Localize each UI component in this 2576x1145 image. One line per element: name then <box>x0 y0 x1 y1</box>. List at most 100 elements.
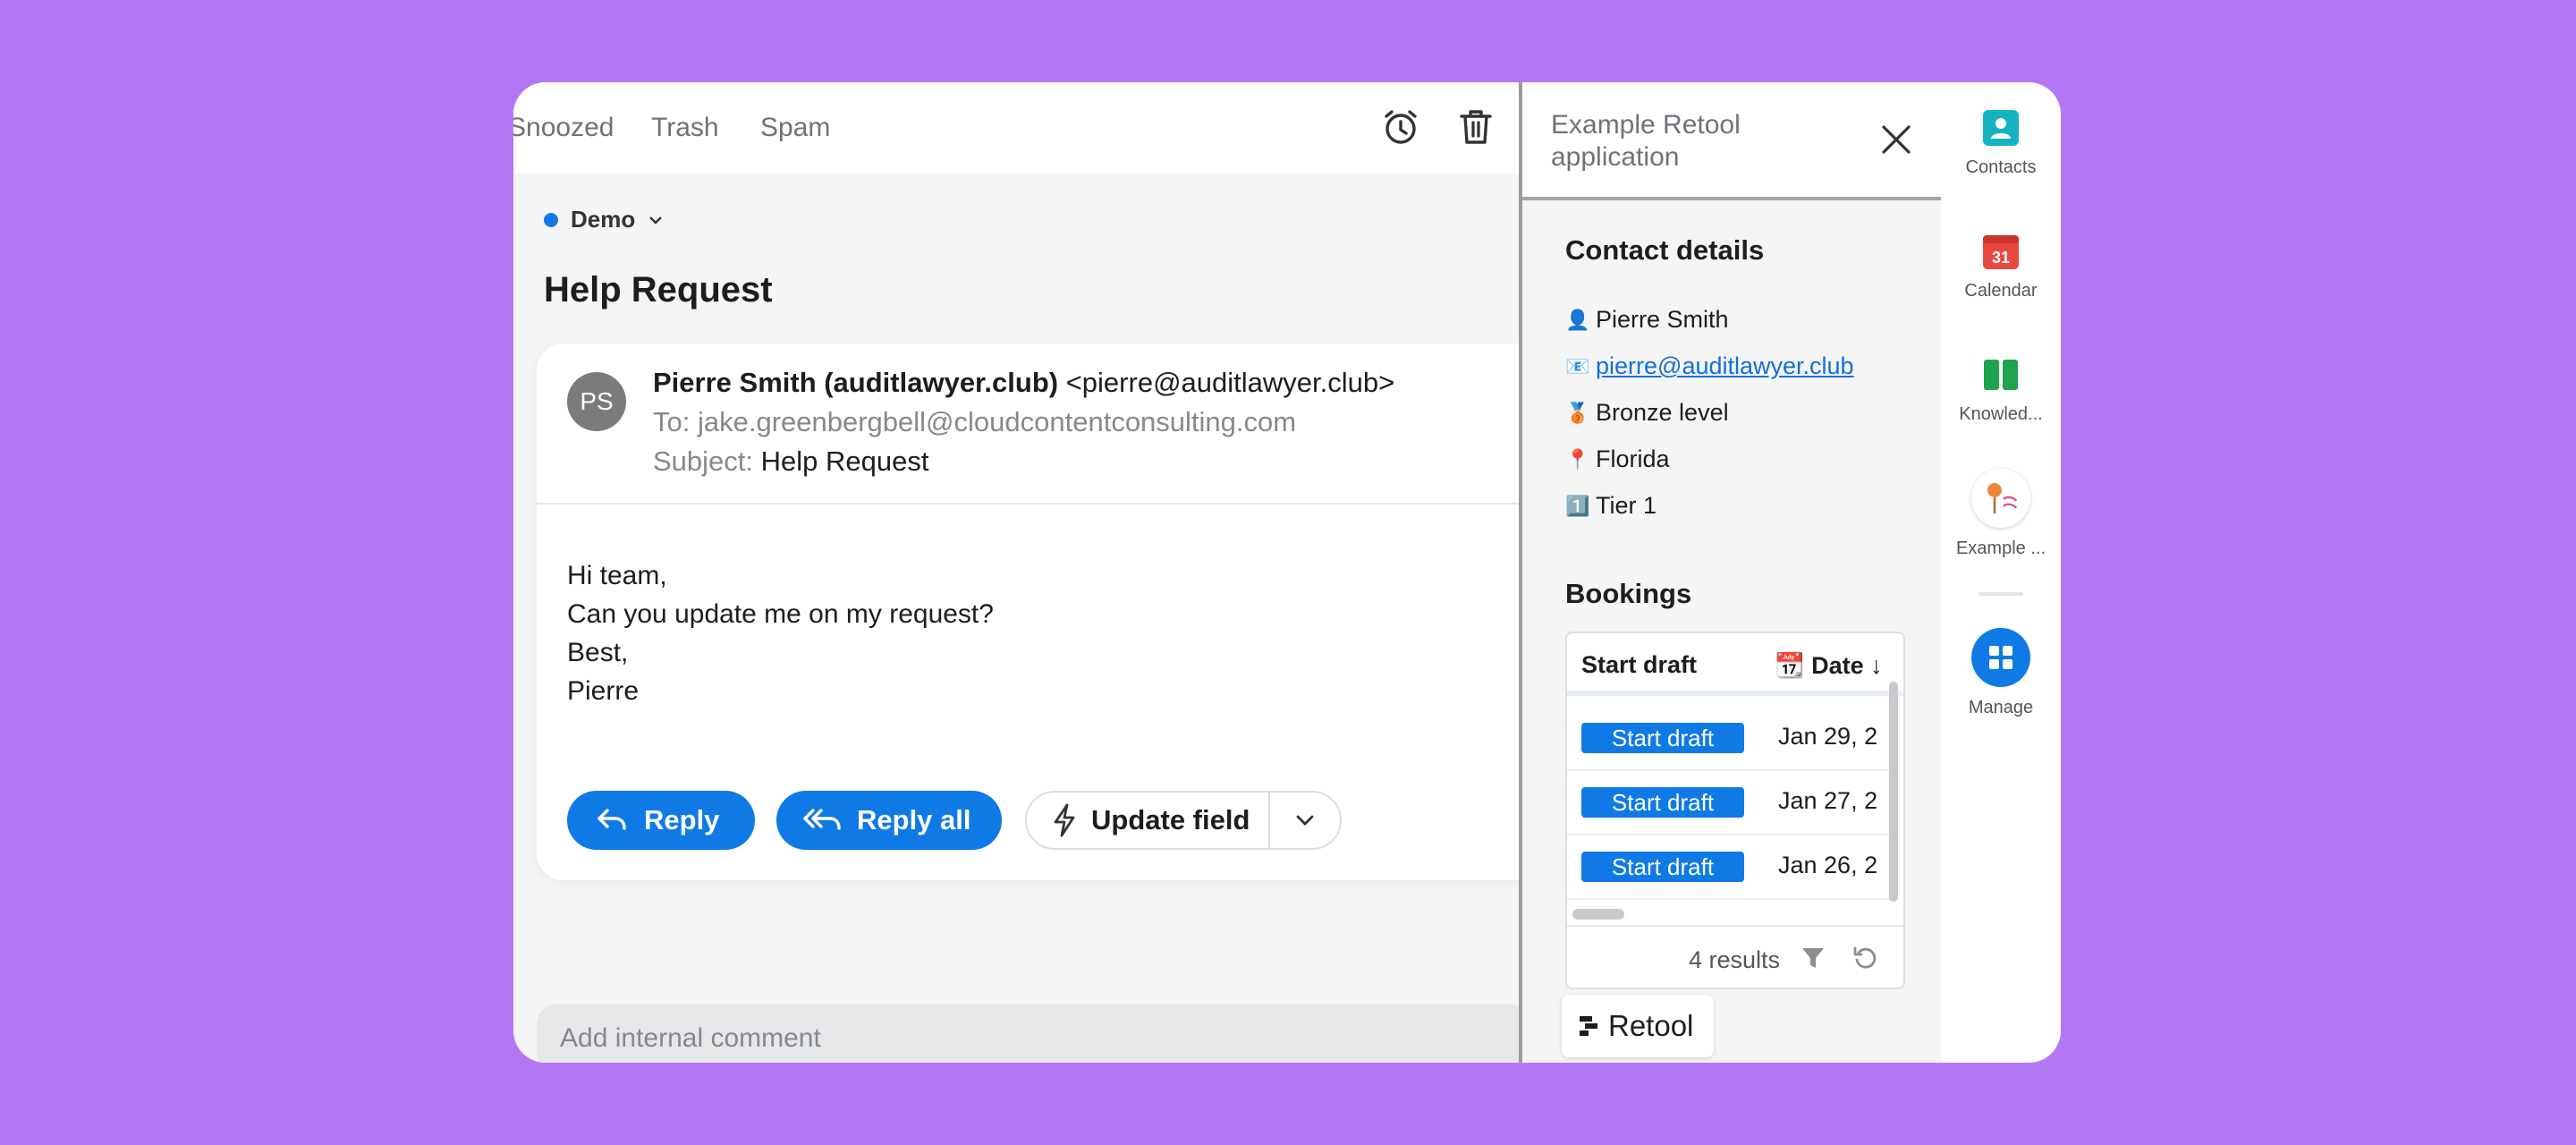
sender-name: Pierre Smith (auditlawyer.club) <box>653 367 1059 398</box>
app-calendar[interactable]: 31 Calendar <box>1941 233 2061 301</box>
app-window: Snoozed Trash Spam Demo Help Request PS <box>513 82 2061 1063</box>
close-icon[interactable] <box>1880 123 1912 156</box>
contact-name: Pierre Smith <box>1596 306 1729 333</box>
header-divider <box>537 503 1519 505</box>
app-label: Manage <box>1968 698 2034 717</box>
envelope-icon: 📧 <box>1565 354 1590 377</box>
internal-comment-input[interactable]: Add internal comment <box>537 1004 1519 1063</box>
label-selector[interactable]: Demo <box>544 206 664 233</box>
trash-icon[interactable] <box>1454 106 1497 148</box>
apps-divider <box>1979 592 2023 596</box>
column-header-date[interactable]: 📆 Date ↓ <box>1775 651 1883 680</box>
table-row: Start draft Jan 27, 2 <box>1567 769 1894 835</box>
retool-logo-icon <box>1580 1016 1597 1036</box>
recipient-address: jake.greenbergbell@cloudcontentconsultin… <box>697 406 1297 437</box>
app-contacts[interactable]: Contacts <box>1941 109 2061 178</box>
app-example[interactable]: Example ... <box>1941 469 2061 559</box>
app-label: Knowled... <box>1959 404 2043 424</box>
retool-app-panel: Example Retool application Contact detai… <box>1519 82 1943 1063</box>
reply-all-button[interactable]: Reply all <box>776 791 1002 850</box>
label-color-dot <box>544 212 558 227</box>
comment-placeholder: Add internal comment <box>560 1023 821 1053</box>
reply-button[interactable]: Reply <box>567 791 755 850</box>
calendar-day: 31 <box>1992 249 2010 267</box>
date-cell: Jan 27, 2 <box>1778 787 1878 814</box>
reply-arrow-icon <box>597 809 626 830</box>
table-footer: 4 results <box>1567 925 1903 988</box>
sender-line: Pierre Smith (auditlawyer.club) <pierre@… <box>653 367 1394 399</box>
table-row: Start draft Jan 26, 2 <box>1567 834 1894 900</box>
date-cell: Jan 29, 2 <box>1778 723 1878 750</box>
start-draft-button[interactable]: Start draft <box>1581 723 1744 753</box>
reply-label: Reply <box>644 804 720 835</box>
person-icon: 👤 <box>1565 308 1590 331</box>
app-label: Calendar <box>1964 281 2038 301</box>
chevron-down-icon <box>1296 815 1314 826</box>
vertical-scrollbar[interactable] <box>1889 682 1898 902</box>
folder-tab-trash[interactable]: Trash <box>651 113 719 143</box>
label-name: Demo <box>571 206 636 233</box>
body-line: Hi team, <box>567 561 667 590</box>
update-field-button[interactable]: Update field <box>1025 791 1270 850</box>
retool-brand-badge: Retool <box>1562 995 1714 1057</box>
lollipop-icon <box>1987 483 2018 513</box>
sender-avatar: PS <box>567 372 626 431</box>
example-app-avatar <box>1971 469 2030 528</box>
contact-tier: Tier 1 <box>1596 492 1657 519</box>
contact-level: Bronze level <box>1596 399 1729 426</box>
contact-email-link[interactable]: pierre@auditlawyer.club <box>1596 352 1854 380</box>
contact-details-heading: Contact details <box>1565 234 1765 266</box>
body-line: Best, <box>567 638 629 667</box>
update-field-label: Update field <box>1091 804 1250 835</box>
location-pin-icon: 📍 <box>1565 447 1590 471</box>
start-draft-button[interactable]: Start draft <box>1581 787 1744 818</box>
table-header: Start draft 📆 Date ↓ <box>1567 633 1903 696</box>
bookings-table: Start draft 📆 Date ↓ Start draft Jan 29,… <box>1565 632 1905 989</box>
subject-label: Subject: <box>653 445 754 477</box>
sender-address: <pierre@auditlawyer.club> <box>1065 367 1395 398</box>
table-row: Start draft Jan 29, 2 <box>1567 705 1894 771</box>
contact-level-row: 🥉 Bronze level <box>1565 399 1729 427</box>
app-label: Contacts <box>1965 157 2037 177</box>
more-actions-dropdown[interactable] <box>1268 791 1342 850</box>
filter-icon[interactable] <box>1800 945 1826 971</box>
contact-location-row: 📍 Florida <box>1565 445 1670 473</box>
email-body: Hi team, Can you update me on my request… <box>567 556 994 710</box>
reply-all-label: Reply all <box>857 804 971 835</box>
lightning-icon <box>1054 803 1075 837</box>
recipient-line: To: jake.greenbergbell@cloudcontentconsu… <box>653 406 1296 438</box>
reply-all-arrow-icon <box>803 809 841 830</box>
snooze-alarm-icon[interactable] <box>1379 106 1422 148</box>
contact-name-row: 👤 Pierre Smith <box>1565 306 1729 334</box>
grid-icon <box>1971 628 2030 687</box>
recipient-label: To: <box>653 406 691 437</box>
folder-tab-snoozed[interactable]: Snoozed <box>513 113 614 143</box>
bronze-medal-icon: 🥉 <box>1565 401 1590 424</box>
email-pane: Snoozed Trash Spam Demo Help Request PS <box>513 82 1519 1063</box>
refresh-icon[interactable] <box>1852 945 1878 971</box>
app-label: Example ... <box>1955 539 2046 558</box>
book-icon <box>1984 360 2018 390</box>
date-cell: Jan 26, 2 <box>1778 852 1878 878</box>
contacts-icon <box>1983 110 2019 146</box>
contact-location: Florida <box>1596 445 1670 472</box>
app-knowledge[interactable]: Knowled... <box>1941 356 2061 425</box>
results-count: 4 results <box>1689 946 1781 973</box>
retool-brand-name: Retool <box>1608 1009 1694 1042</box>
retool-app-title: Example Retool application <box>1551 110 1741 172</box>
folder-tab-spam[interactable]: Spam <box>760 113 830 143</box>
subject-line: Subject: Help Request <box>653 445 928 478</box>
contact-email-row: 📧 pierre@auditlawyer.club <box>1565 352 1854 380</box>
body-line: Can you update me on my request? <box>567 599 994 629</box>
contact-tier-row: 1️⃣ Tier 1 <box>1565 492 1657 520</box>
bookings-heading: Bookings <box>1565 578 1692 609</box>
body-line: Pierre <box>567 676 640 706</box>
column-header-start-draft[interactable]: Start draft <box>1581 651 1697 679</box>
number-one-icon: 1️⃣ <box>1565 494 1590 517</box>
horizontal-scrollbar[interactable] <box>1572 909 1624 920</box>
chevron-down-icon <box>649 216 663 225</box>
subject-value: Help Request <box>760 445 929 477</box>
apps-sidebar: Contacts 31 Calendar Knowled... Example … <box>1941 82 2061 1063</box>
app-manage[interactable]: Manage <box>1941 628 2061 718</box>
start-draft-button[interactable]: Start draft <box>1581 852 1744 882</box>
